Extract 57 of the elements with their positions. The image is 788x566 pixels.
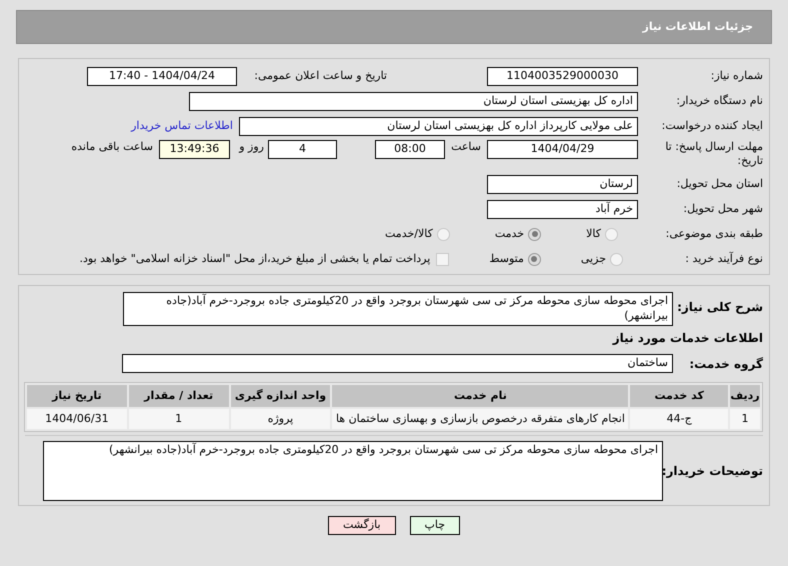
radio-label: متوسط (489, 250, 524, 267)
field-label: شرح کلی نیاز: (676, 299, 763, 314)
table-cell: 1 (730, 409, 760, 429)
description-textarea[interactable]: اجرای محوطه سازی محوطه مرکز تی سی شهرستان بروجرد واقع در 20کیلومتری جاده بروجرد-خرم آباد(جاده بیرانشهر) (123, 292, 673, 326)
buyer-org-field[interactable]: اداره کل بهزیستی استان لرستان (189, 92, 638, 110)
remaining-time-field[interactable]: 13:49:36 (159, 140, 230, 159)
field-label: استان محل تحویل: (676, 177, 763, 191)
column-header: ردیف (730, 385, 760, 407)
service-group-field[interactable]: ساختمان (122, 354, 673, 373)
table-cell: 1404/06/31 (27, 409, 127, 429)
radio-label: کالا (586, 226, 601, 242)
field-label: شماره نیاز: (710, 69, 763, 83)
field-label: توضیحات خریدار: (663, 464, 763, 478)
buyer-contact-link[interactable]: اطلاعات تماس خریدار (131, 118, 233, 134)
column-header: تاریخ نیاز (27, 385, 127, 407)
days-field[interactable]: 4 (268, 140, 337, 159)
payment-checkbox[interactable] (436, 252, 450, 266)
province-field[interactable]: لرستان (487, 174, 638, 194)
table-cell: پروژه (230, 409, 330, 429)
table-cell: انجام کارهای متفرقه درخصوص بازسازی و بهسازی ساختمان ها (332, 409, 628, 429)
table-cell: 1 (128, 409, 229, 429)
column-header: تعداد / مقدار (128, 385, 229, 407)
radio-button[interactable] (436, 228, 450, 240)
payment-note: پرداخت تمام یا بخشی از مبلغ خرید،از محل "اسناد خزانه اسلامی" خواهد بود. (80, 250, 430, 267)
column-header: کد خدمت (630, 385, 728, 407)
print-button[interactable]: چاپ (410, 516, 460, 535)
deadline-date-field[interactable]: 1404/04/29 (487, 140, 638, 159)
creator-field[interactable]: علی مولایی کارپرداز اداره کل بهزیستی استان لرستان (239, 116, 638, 136)
radio-label: کالا/خدمت (385, 226, 433, 242)
deadline-time-field[interactable]: 08:00 (375, 140, 445, 159)
section-heading: اطلاعات خدمات مورد نیاز (611, 330, 763, 347)
field-label: روز و (238, 140, 265, 154)
column-header: واحد اندازه گیری (230, 385, 330, 407)
page-title: جزئیات اطلاعات نیاز (642, 18, 753, 35)
radio-button[interactable] (605, 228, 618, 240)
field-label: تاریخ و ساعت اعلان عمومی: (253, 69, 387, 83)
field-label: نوع فرآیند خرید : (684, 252, 763, 266)
field-label: شهر محل تحویل: (682, 202, 763, 216)
field-label: ساعت باقی مانده (70, 140, 154, 154)
column-header: نام خدمت (332, 385, 628, 407)
radio-button[interactable] (528, 252, 541, 266)
announcement-field[interactable]: 1404/04/24 - 17:40 (87, 66, 237, 86)
radio-button[interactable] (528, 228, 542, 240)
field-label: نام دستگاه خریدار: (675, 94, 763, 108)
table-cell: ج-44 (630, 409, 728, 429)
buyer-notes-textarea[interactable]: اجرای محوطه سازی محوطه مرکز تی سی شهرستان بروجرد واقع در 20کیلومتری جاده بروجرد-خرم آباد(جاده بیرانشهر) (43, 441, 663, 501)
radio-label: خدمت (494, 226, 524, 242)
radio-label: جزیی (580, 250, 606, 267)
need-number-field[interactable]: 1104003529000030 (487, 66, 638, 86)
city-field[interactable]: خرم آباد (487, 200, 638, 218)
field-label: مهلت ارسال پاسخ: تا تاریخ: (664, 140, 763, 168)
field-label: گروه خدمت: (688, 356, 763, 370)
field-label: ایجاد کننده درخواست: (660, 119, 763, 133)
radio-button[interactable] (610, 252, 623, 266)
field-label: ساعت (450, 140, 482, 154)
back-button[interactable]: بازگشت (328, 516, 396, 535)
field-label: طبقه بندی موضوعی: (664, 227, 763, 241)
